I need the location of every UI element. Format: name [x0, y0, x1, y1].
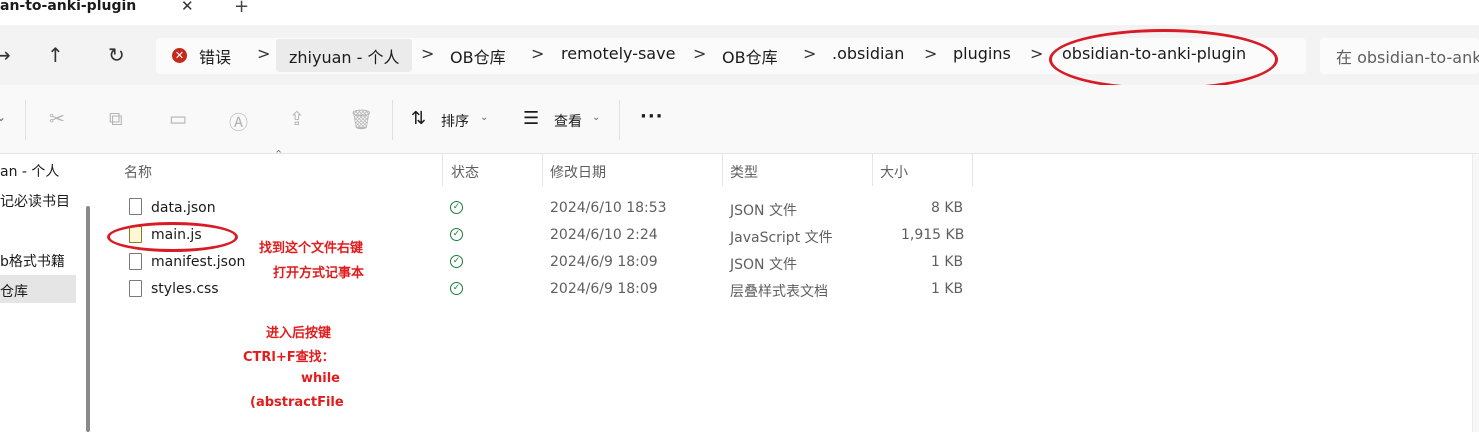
breadcrumb-plugins[interactable]: plugins: [953, 44, 1011, 63]
command-bar: [0, 85, 1479, 154]
rename-icon[interactable]: Ⓐ: [229, 108, 248, 135]
forward-icon[interactable]: →: [0, 45, 11, 65]
chevron-right-icon[interactable]: >: [803, 44, 816, 63]
file-type: JavaScript 文件: [730, 230, 833, 246]
file-name[interactable]: styles.css: [151, 281, 219, 297]
file-modified: 2024/6/10 18:53: [550, 200, 667, 216]
column-header-status[interactable]: 状态: [451, 162, 479, 182]
table-row[interactable]: [120, 277, 972, 304]
close-icon[interactable]: ✕: [181, 0, 194, 15]
sync-ok-icon: ✓: [450, 255, 463, 268]
tab-strip: [0, 0, 1479, 25]
annotation-ctrl-f: CTRl+F查找：: [243, 350, 335, 365]
error-label: 错误: [199, 48, 232, 67]
tab-title: an-to-anki-plugin: [0, 0, 137, 14]
column-divider[interactable]: [872, 154, 873, 186]
table-row[interactable]: [120, 250, 972, 277]
file-name[interactable]: data.json: [151, 200, 216, 216]
breadcrumb-zhiyuan[interactable]: zhiyuan - 个人: [289, 44, 400, 68]
chevron-right-icon[interactable]: >: [1030, 44, 1043, 63]
tab-active[interactable]: an-to-anki-plugin ✕: [0, 0, 218, 25]
chevron-right-icon[interactable]: >: [693, 44, 706, 63]
annotation-ellipse-file: [107, 222, 238, 252]
breadcrumb-ob-repo[interactable]: OB仓库: [450, 44, 506, 68]
sidebar-item-personal[interactable]: an - 个人: [0, 161, 59, 181]
column-divider[interactable]: [542, 154, 543, 186]
search-input[interactable]: 在 obsidian-to-ank: [1336, 44, 1479, 68]
file-list-scrollbar[interactable]: [1472, 154, 1479, 432]
chevron-right-icon[interactable]: >: [924, 44, 937, 63]
new-tab-icon[interactable]: +: [234, 0, 249, 17]
breadcrumb-ob-repo-2[interactable]: OB仓库: [722, 44, 778, 68]
annotation-find-file: 找到这个文件右键: [259, 241, 364, 256]
chevron-down-icon[interactable]: ⌄: [480, 112, 488, 123]
annotation-while: while: [301, 371, 340, 386]
file-icon: [129, 253, 142, 270]
toolbar-divider: [392, 100, 393, 140]
sync-ok-icon: ✓: [450, 282, 463, 295]
chevron-right-icon[interactable]: >: [421, 44, 434, 63]
chevron-right-icon[interactable]: >: [531, 44, 544, 63]
view-button[interactable]: 查看: [554, 111, 582, 131]
file-type: 层叠样式表文档: [730, 284, 828, 300]
file-modified: 2024/6/9 18:09: [550, 281, 658, 297]
share-icon[interactable]: ⇪: [289, 108, 305, 130]
table-row[interactable]: [120, 196, 972, 223]
cut-icon[interactable]: ✂: [49, 108, 65, 130]
sort-button[interactable]: 排序: [441, 111, 469, 131]
sort-ascending-icon: ⌃: [274, 148, 284, 161]
stylesheet-file-icon: [129, 280, 142, 297]
annotation-after-enter: 进入后按键: [266, 326, 332, 341]
sync-ok-icon: ✓: [450, 201, 463, 214]
file-icon: [129, 198, 142, 215]
paste-icon[interactable]: ▭: [169, 108, 187, 130]
file-size: 1,915 KB: [901, 227, 965, 243]
sidebar-item-repo[interactable]: 仓库: [0, 281, 28, 301]
chevron-down-icon[interactable]: ⌄: [0, 110, 6, 124]
file-modified: 2024/6/9 18:09: [550, 254, 658, 270]
sort-icon[interactable]: ⇅: [411, 108, 426, 129]
column-divider[interactable]: [442, 154, 443, 186]
sidebar-scrollbar[interactable]: [86, 206, 90, 432]
delete-icon[interactable]: 🗑: [349, 108, 373, 131]
column-header-size[interactable]: 大小: [880, 162, 908, 182]
annotation-ellipse-folder: [1049, 29, 1278, 90]
error-icon: ✕: [172, 48, 187, 63]
column-divider[interactable]: [972, 154, 973, 186]
file-modified: 2024/6/10 2:24: [550, 227, 658, 243]
table-row[interactable]: [120, 223, 972, 250]
annotation-open-notepad: 打开方式记事本: [273, 266, 365, 281]
chevron-right-icon[interactable]: >: [257, 44, 270, 63]
file-size: 1 KB: [931, 281, 964, 297]
annotation-abstractfile: (abstractFile: [250, 395, 344, 410]
toolbar-divider: [25, 100, 26, 140]
column-header-modified[interactable]: 修改日期: [550, 162, 606, 182]
column-header-type[interactable]: 类型: [730, 162, 758, 182]
column-divider[interactable]: [722, 154, 723, 186]
file-type: JSON 文件: [730, 203, 797, 219]
breadcrumb-remotely-save[interactable]: remotely-save: [561, 44, 675, 63]
file-name[interactable]: manifest.json: [151, 254, 245, 270]
sidebar-item-reading-list[interactable]: 记必读书目: [0, 191, 70, 211]
breadcrumb-obsidian[interactable]: .obsidian: [832, 44, 904, 63]
refresh-icon[interactable]: ↻: [108, 45, 125, 65]
column-header-name[interactable]: 名称: [124, 162, 152, 182]
file-size: 1 KB: [931, 254, 964, 270]
sync-ok-icon: ✓: [450, 228, 463, 241]
view-icon[interactable]: ☰: [523, 108, 539, 129]
sidebar-item-epub-books[interactable]: b格式书籍: [0, 251, 65, 271]
copy-icon[interactable]: ⧉: [109, 108, 123, 130]
more-options-button[interactable]: ···: [640, 106, 664, 127]
toolbar-divider: [619, 100, 620, 140]
up-icon[interactable]: ↑: [47, 45, 64, 65]
chevron-down-icon[interactable]: ⌄: [592, 112, 600, 123]
file-type: JSON 文件: [730, 257, 797, 273]
file-size: 8 KB: [931, 200, 964, 216]
